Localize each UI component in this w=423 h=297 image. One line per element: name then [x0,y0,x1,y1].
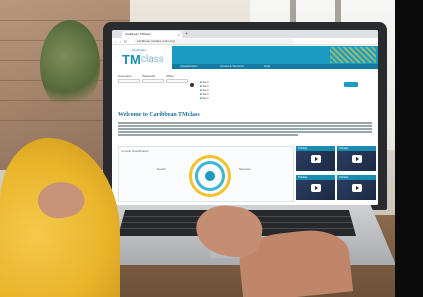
classification-panel: Consult classification Goods Services [118,146,294,202]
video-grid: TMclass TMclass TMclass TMclass [294,144,378,205]
new-tab-icon[interactable]: + [185,31,188,37]
video-thumbnail[interactable]: TMclass [296,175,335,200]
video-caption: TMclass [296,146,335,151]
paragraph-line [118,134,298,136]
welcome-heading: Welcome to Caribbean TMclass [118,112,200,118]
list-item[interactable]: Item [200,96,240,100]
background-plant [40,20,100,110]
browser-tab-strip: Caribbean TMclass × + [112,30,378,38]
right-border [395,0,423,297]
laptop-screen: Caribbean TMclass × + ‹ › ↻ caribbean.tm… [112,30,378,205]
wheel-center [205,171,215,181]
paragraph-line [118,131,372,133]
nav-link[interactable]: Help [264,64,270,69]
video-thumbnail[interactable]: TMclass [337,146,376,171]
browser-tab[interactable]: Caribbean TMclass × [122,31,182,38]
chart-label: Services [239,167,251,171]
photo-frame: Caribbean TMclass × + ‹ › ↻ caribbean.tm… [0,0,423,297]
main-nav: Classification Goods & Services Help [172,64,378,69]
browser-toolbar: ‹ › ↻ caribbean.tmclass.tmdn.org/... [112,38,378,45]
header-banner [172,46,378,64]
banner-decoration [330,47,376,63]
paragraph-line [118,128,372,130]
search-button[interactable] [344,82,358,87]
play-icon[interactable] [352,184,362,192]
paragraph-line [118,125,372,127]
play-icon[interactable] [352,155,362,163]
login-form: Username Password Office [118,74,194,94]
tab-title: Caribbean TMclass [125,32,151,36]
login-button[interactable] [190,83,194,87]
play-icon[interactable] [311,184,321,192]
section-title: Consult classification [121,149,150,153]
video-caption: TMclass [296,175,335,180]
nav-link[interactable]: Classification [180,64,198,69]
office-label: Office [166,74,174,78]
video-thumbnail[interactable]: TMclass [337,175,376,200]
close-icon[interactable]: × [178,31,180,38]
password-field[interactable] [142,79,164,83]
video-caption: TMclass [337,175,376,180]
video-caption: TMclass [337,146,376,151]
nav-arrows-icon[interactable]: ‹ › ↻ [115,38,128,45]
username-label: Username [118,74,132,78]
play-icon[interactable] [311,155,321,163]
password-label: Password [142,74,156,78]
username-field[interactable] [118,79,140,83]
classification-wheel[interactable] [189,155,231,197]
site-header: Caribbean TM class Classification Goods … [112,46,378,72]
logo-class: class [141,54,164,65]
nav-link[interactable]: Goods & Services [220,64,244,69]
url-bar[interactable]: caribbean.tmclass.tmdn.org/... [134,39,294,44]
office-list: Item Item Item Item Item [200,80,240,100]
chart-label: Goods [157,167,166,171]
paragraph-line [118,122,372,124]
logo-tm[interactable]: TM [122,52,141,67]
office-field[interactable] [166,79,188,83]
video-thumbnail[interactable]: TMclass [296,146,335,171]
